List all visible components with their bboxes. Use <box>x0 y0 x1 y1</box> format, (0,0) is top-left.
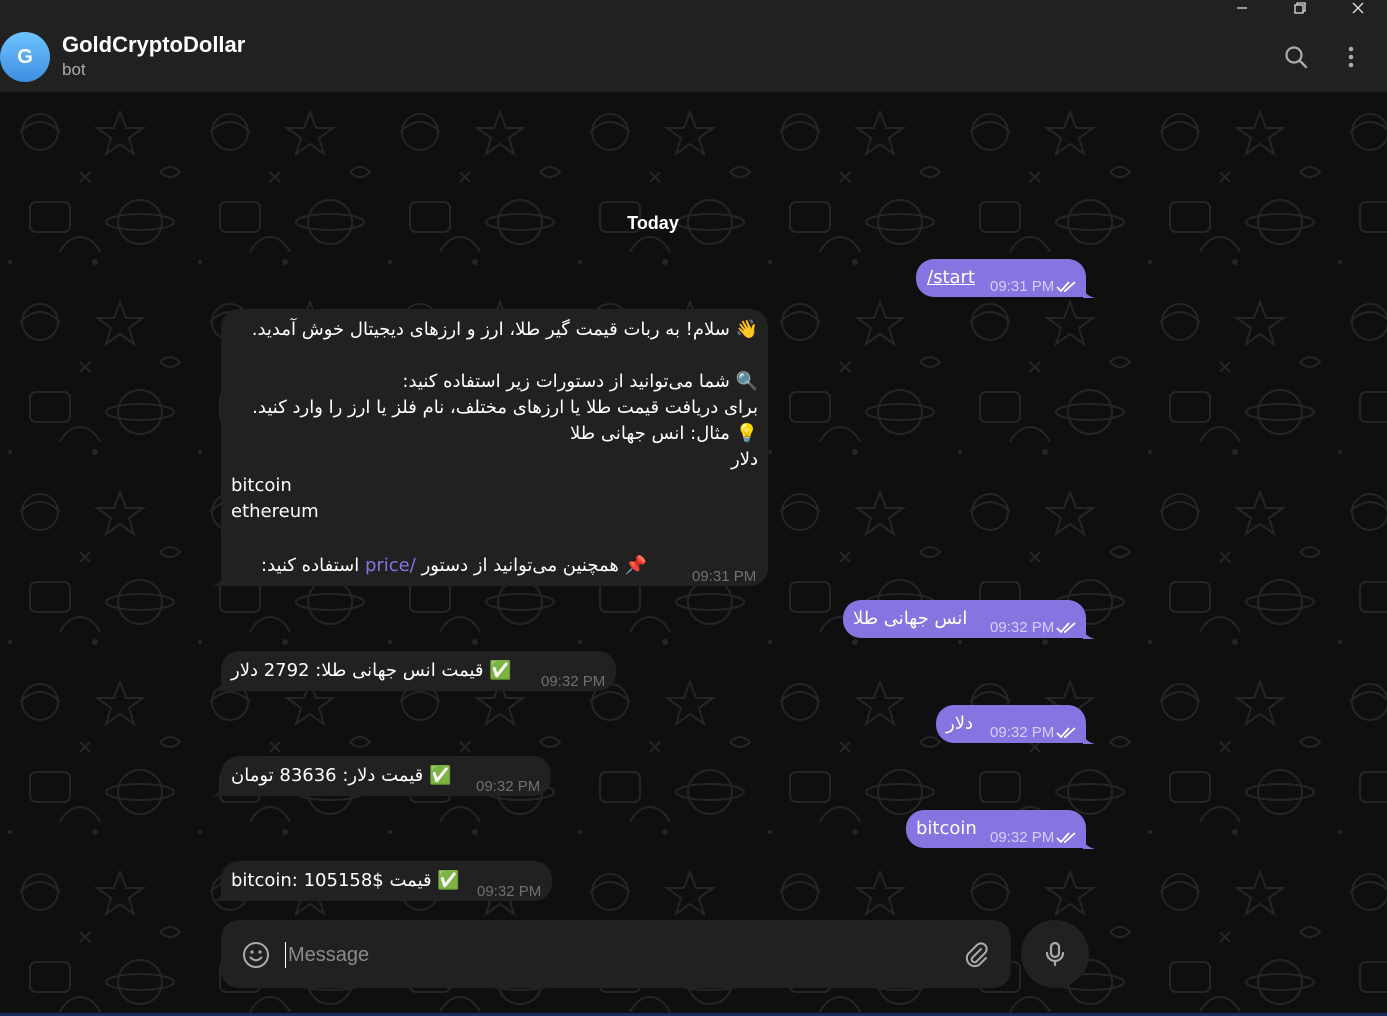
message-composer <box>221 920 1011 988</box>
message-text: انس جهانی طلا <box>853 608 968 629</box>
message-line: دلار <box>731 449 758 470</box>
message-text: 📌 همچنین می‌توانید از دستور <box>421 555 648 576</box>
avatar[interactable]: G <box>0 32 50 82</box>
outgoing-message[interactable]: دلار 09:32 PM <box>936 705 1086 743</box>
message-time: 09:32 PM <box>476 778 541 795</box>
chat-header: G GoldCryptoDollar bot <box>0 0 1387 93</box>
message-meta: 09:32 PM <box>990 615 1078 641</box>
outgoing-message[interactable]: /start 09:31 PM <box>916 259 1086 297</box>
incoming-message[interactable]: ✅ قیمت انس جهانی طلا: 2792 دلار 09:32 PM <box>221 651 616 691</box>
microphone-button[interactable] <box>1021 920 1089 988</box>
date-separator: Today <box>627 212 679 233</box>
double-check-icon <box>1056 281 1076 293</box>
minimize-icon[interactable] <box>1213 0 1271 16</box>
incoming-message[interactable]: 👋 سلام! به ربات قیمت گیر طلا، ارز و ارزه… <box>221 309 768 586</box>
message-time: 09:32 PM <box>477 883 542 900</box>
command-link[interactable]: /price <box>365 555 416 576</box>
microphone-icon <box>1045 941 1065 967</box>
message-time: 09:32 PM <box>541 673 606 690</box>
message-text: ✅ قیمت bitcoin: 105158$ <box>231 870 460 891</box>
message-text: ✅ قیمت انس جهانی طلا: 2792 دلار <box>231 660 512 681</box>
message-time: 09:32 PM <box>990 829 1055 846</box>
incoming-message[interactable]: ✅ قیمت دلار: 83636 تومان 09:32 PM <box>221 756 551 796</box>
message-meta: 09:32 PM <box>990 720 1078 746</box>
bubble-tail <box>1083 625 1095 639</box>
bubble-tail <box>1083 835 1095 849</box>
outgoing-message[interactable]: انس جهانی طلا 09:32 PM <box>843 600 1086 638</box>
message-time: 09:31 PM <box>692 568 757 585</box>
message-meta: 09:32 PM <box>990 825 1078 851</box>
message-text: دلار <box>946 713 973 734</box>
message-line: 👋 سلام! به ربات قیمت گیر طلا، ارز و ارزه… <box>251 319 758 340</box>
chat-status: bot <box>62 60 86 79</box>
double-check-icon <box>1056 727 1076 739</box>
double-check-icon <box>1056 832 1076 844</box>
message-line: 📌 همچنین می‌توانید از دستور /price استفا… <box>261 553 647 579</box>
bubble-tail <box>211 677 223 691</box>
message-text: ✅ قیمت دلار: 83636 تومان <box>231 765 452 786</box>
incoming-message[interactable]: ✅ قیمت bitcoin: 105158$ 09:32 PM <box>221 861 552 901</box>
bubble-tail <box>1083 284 1095 298</box>
window-controls <box>1213 0 1387 16</box>
message-line: ethereum <box>231 501 319 522</box>
bubble-tail <box>211 782 223 796</box>
message-time: 09:32 PM <box>990 619 1055 636</box>
message-text: استفاده کنید: <box>261 555 360 576</box>
double-check-icon <box>1056 622 1076 634</box>
close-icon[interactable] <box>1329 0 1387 16</box>
restore-icon[interactable] <box>1271 0 1329 16</box>
message-input[interactable] <box>285 942 928 968</box>
outgoing-message[interactable]: bitcoin 09:32 PM <box>906 810 1086 848</box>
message-time: 09:31 PM <box>990 278 1055 295</box>
command-link[interactable]: /start <box>927 265 975 291</box>
message-line: bitcoin <box>231 475 292 496</box>
message-line: 🔍 شما می‌توانید از دستورات زیر استفاده ک… <box>402 371 758 392</box>
bubble-tail <box>211 887 223 901</box>
message-line: برای دریافت قیمت طلا یا ارزهای مختلف، نا… <box>252 397 758 418</box>
message-text: bitcoin <box>916 818 977 839</box>
chat-title[interactable]: GoldCryptoDollar <box>62 32 245 58</box>
message-time: 09:32 PM <box>990 724 1055 741</box>
bubble-tail <box>1083 730 1095 744</box>
bubble-tail <box>211 572 223 586</box>
message-line: 💡 مثال: انس جهانی طلا <box>570 423 758 444</box>
emoji-icon[interactable] <box>241 940 271 970</box>
search-icon[interactable] <box>1283 44 1309 70</box>
message-meta: 09:31 PM <box>990 274 1078 300</box>
paperclip-icon[interactable] <box>961 940 991 970</box>
more-vertical-icon[interactable] <box>1338 44 1364 70</box>
